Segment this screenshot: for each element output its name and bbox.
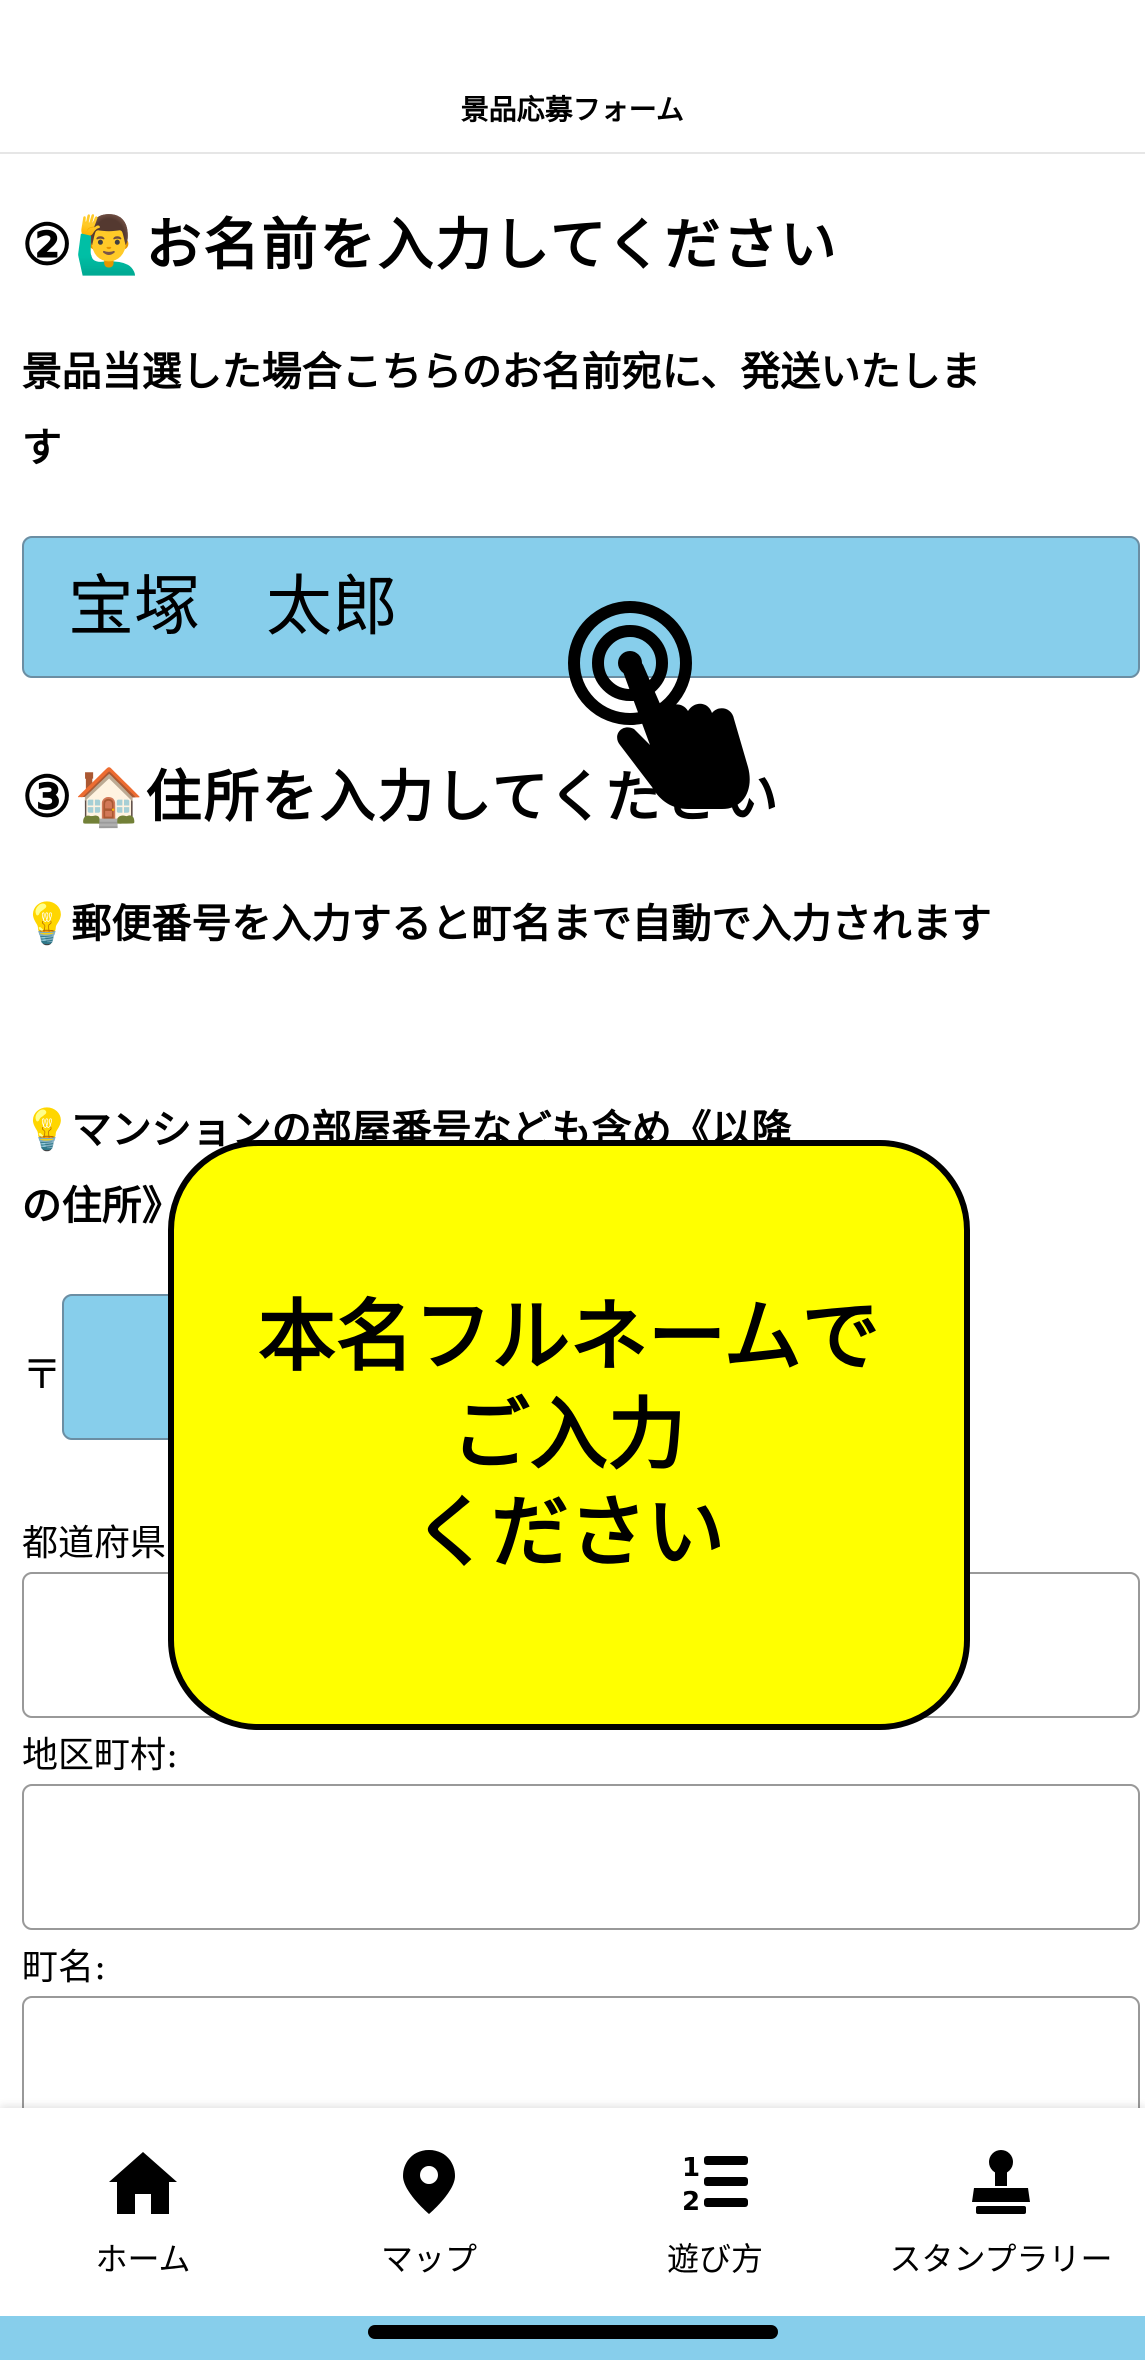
tab-map[interactable]: マップ (286, 2148, 572, 2280)
tap-hand-icon (568, 601, 750, 809)
town-label: 町名: (22, 1947, 107, 1988)
tab-how-to-play-label: 遊び方 (666, 2240, 763, 2278)
tab-stamp-rally[interactable]: スタンプラリー (858, 2148, 1144, 2280)
stamp-icon (972, 2150, 1030, 2214)
header-bar: 景品応募フォーム (0, 0, 1145, 154)
postal-mark: 〒 (22, 1352, 62, 1398)
tab-home-label: ホーム (95, 2240, 191, 2278)
tab-stamp-rally-label: スタンプラリー (889, 2240, 1113, 2278)
zip-autofill-note: 💡郵便番号を入力すると町名まで自動で入力されます (22, 900, 992, 947)
map-pin-icon (403, 2150, 455, 2214)
name-heading: ②🙋‍♂️お名前を入力してください (22, 212, 839, 278)
home-indicator (368, 2325, 778, 2339)
room-number-note-line2: の住所》 (22, 1182, 182, 1229)
svg-text:2: 2 (682, 2187, 700, 2216)
tab-home[interactable]: ホーム (0, 2148, 286, 2280)
page-title: 景品応募フォーム (460, 93, 685, 126)
name-note: 景品当選した場合こちらのお名前宛に、発送いたします (22, 348, 981, 471)
instruction-popup: 本名フルネームで ご入力 ください (168, 1140, 970, 1730)
tab-map-label: マップ (380, 2240, 477, 2278)
prefecture-label: 都道府県: (22, 1523, 179, 1564)
tab-how-to-play[interactable]: 1 2 遊び方 (572, 2148, 858, 2280)
list-ordered-icon: 1 2 (682, 2153, 748, 2216)
home-icon (109, 2152, 177, 2214)
city-input[interactable] (22, 1784, 1140, 1930)
svg-text:1: 1 (682, 2153, 700, 2183)
city-label: 地区町村: (22, 1735, 179, 1776)
